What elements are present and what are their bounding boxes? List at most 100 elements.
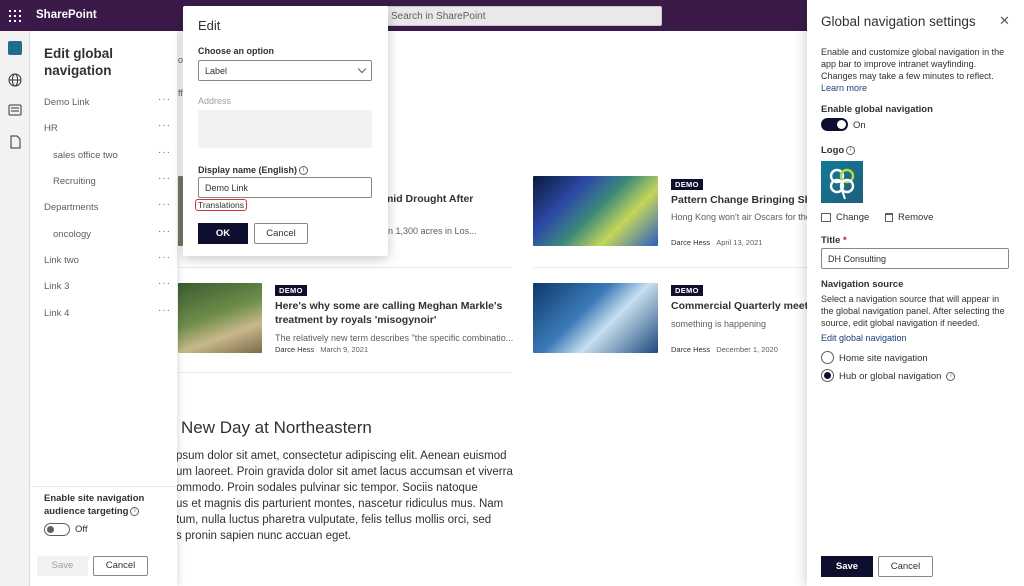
more-options-icon[interactable]: ··· <box>158 252 171 263</box>
body-line: s pronin sapien nunc accuan eget. <box>176 530 352 542</box>
hero-title: New Day at Northeastern <box>181 418 372 437</box>
logo-label: Logo i <box>821 145 856 156</box>
save-button[interactable]: Save <box>821 556 873 577</box>
dropdown-value: Label <box>205 66 228 76</box>
nav-item-demo-link[interactable]: Demo Link <box>44 97 89 108</box>
news-description: The relatively new term describes "the s… <box>275 333 514 343</box>
hub-global-navigation-text: Hub or global navigation <box>839 371 942 382</box>
nav-item-hr[interactable]: HR <box>44 123 58 134</box>
news-image[interactable] <box>178 283 262 353</box>
news-title[interactable]: treatment by royals 'misogynoir' <box>275 313 436 327</box>
panel-title: Edit global navigation <box>44 46 113 78</box>
body-line: um laoreet. Proin gravida dolor sit amet… <box>176 466 513 478</box>
panel-description: Enable and customize global navigation i… <box>821 46 1013 94</box>
ok-button[interactable]: OK <box>198 223 248 244</box>
image-icon <box>821 212 831 222</box>
nav-item-recruiting[interactable]: Recruiting <box>53 176 96 187</box>
option-dropdown[interactable]: Label <box>198 60 372 81</box>
translations-link[interactable]: Translations <box>195 199 247 211</box>
globe-icon[interactable] <box>8 73 22 87</box>
change-logo-button[interactable]: Change <box>821 212 869 223</box>
cancel-button[interactable]: Cancel <box>254 223 308 244</box>
global-navigation-settings-panel: Global navigation settings ✕ Enable and … <box>807 0 1024 586</box>
title-label: Title * <box>821 235 847 246</box>
remove-logo-button[interactable]: Remove <box>885 212 933 223</box>
more-options-icon[interactable]: ··· <box>158 226 171 237</box>
learn-more-link[interactable]: Learn more <box>821 83 867 93</box>
news-title[interactable]: Pattern Change Bringing Sho <box>671 193 817 207</box>
news-meta: Darce Hess March 9, 2021 <box>275 345 368 354</box>
title-input[interactable]: DH Consulting <box>821 248 1009 269</box>
site-logo-icon[interactable] <box>8 41 22 55</box>
close-icon[interactable]: ✕ <box>999 14 1010 27</box>
info-icon[interactable]: i <box>946 371 956 381</box>
divider <box>178 372 512 373</box>
news-title[interactable]: Here's why some are calling Meghan Markl… <box>275 299 502 313</box>
save-button[interactable]: Save <box>37 556 88 576</box>
logo-label-text: Logo <box>821 145 845 156</box>
divider <box>533 267 807 268</box>
navigation-source-label: Navigation source <box>821 279 904 290</box>
news-image[interactable] <box>533 283 658 353</box>
edit-link-dialog: Edit Choose an option Label Address Disp… <box>183 6 388 256</box>
info-icon[interactable]: i <box>130 506 140 516</box>
more-options-icon[interactable]: ··· <box>158 199 171 210</box>
body-line: us et magnis dis parturient montes, nasc… <box>176 498 504 510</box>
edit-navigation-panel: Edit global navigation Demo Link ··· HR … <box>31 31 177 586</box>
panel-title: Global navigation settings <box>821 14 976 29</box>
demo-badge: DEMO <box>671 179 703 190</box>
required-mark: * <box>843 235 847 246</box>
news-icon[interactable] <box>8 103 22 117</box>
audience-targeting-label: Enable site navigation audience targetin… <box>44 492 164 518</box>
news-title[interactable]: Commercial Quarterly meetin <box>671 299 817 313</box>
hub-global-navigation-label[interactable]: Hub or global navigation i <box>839 371 956 382</box>
file-icon[interactable] <box>8 135 22 149</box>
body-text: psum dolor sit amet, consectetur adipisc… <box>176 448 516 544</box>
app-bar <box>0 31 30 586</box>
more-options-icon[interactable]: ··· <box>158 305 171 316</box>
enable-global-nav-toggle[interactable] <box>821 118 848 131</box>
nav-item-link-3[interactable]: Link 3 <box>44 281 69 292</box>
description-text: Enable and customize global navigation i… <box>821 47 1005 81</box>
remove-label: Remove <box>898 212 934 223</box>
audience-targeting-text: Enable site navigation audience targetin… <box>44 493 145 517</box>
home-site-navigation-radio[interactable] <box>821 351 834 364</box>
nav-item-link-two[interactable]: Link two <box>44 255 79 266</box>
dialog-title: Edit <box>198 18 221 33</box>
news-date: March 9, 2021 <box>320 345 369 354</box>
news-description: Hong Kong won't air Oscars for the <box>671 212 811 222</box>
toggle-state-label: Off <box>75 524 88 535</box>
news-meta: Darce Hess April 13, 2021 <box>671 238 762 247</box>
more-options-icon[interactable]: ··· <box>158 94 171 105</box>
cancel-button[interactable]: Cancel <box>878 556 933 577</box>
clover-logo-icon <box>829 168 855 200</box>
more-options-icon[interactable]: ··· <box>158 173 171 184</box>
logo-image <box>821 161 863 203</box>
more-options-icon[interactable]: ··· <box>158 147 171 158</box>
nav-item-departments[interactable]: Departments <box>44 202 98 213</box>
info-icon[interactable]: i <box>846 145 856 155</box>
brand-name[interactable]: SharePoint <box>36 9 97 21</box>
trash-icon <box>885 212 893 222</box>
cancel-button[interactable]: Cancel <box>93 556 148 576</box>
search-input[interactable]: Search in SharePoint <box>382 6 662 26</box>
hub-global-navigation-radio[interactable] <box>821 369 834 382</box>
display-name-input[interactable]: Demo Link <box>198 177 372 198</box>
more-options-icon[interactable]: ··· <box>158 278 171 289</box>
display-name-text: Display name (English) <box>198 165 298 175</box>
nav-item-link-4[interactable]: Link 4 <box>44 308 69 319</box>
title-label-text: Title <box>821 235 841 246</box>
display-name-label: Display name (English) i <box>198 165 309 176</box>
info-icon[interactable]: i <box>299 166 309 176</box>
audience-targeting-toggle[interactable] <box>44 523 70 536</box>
nav-item-oncology[interactable]: oncology <box>53 229 91 240</box>
app-launcher-icon[interactable] <box>9 10 21 22</box>
address-label: Address <box>198 96 232 106</box>
more-options-icon[interactable]: ··· <box>158 120 171 131</box>
change-label: Change <box>836 212 870 223</box>
news-image[interactable] <box>533 176 658 246</box>
home-site-navigation-label[interactable]: Home site navigation <box>839 353 928 364</box>
divider <box>178 267 512 268</box>
nav-item-sales-office-two[interactable]: sales office two <box>53 150 118 161</box>
edit-global-navigation-link[interactable]: Edit global navigation <box>821 333 907 343</box>
